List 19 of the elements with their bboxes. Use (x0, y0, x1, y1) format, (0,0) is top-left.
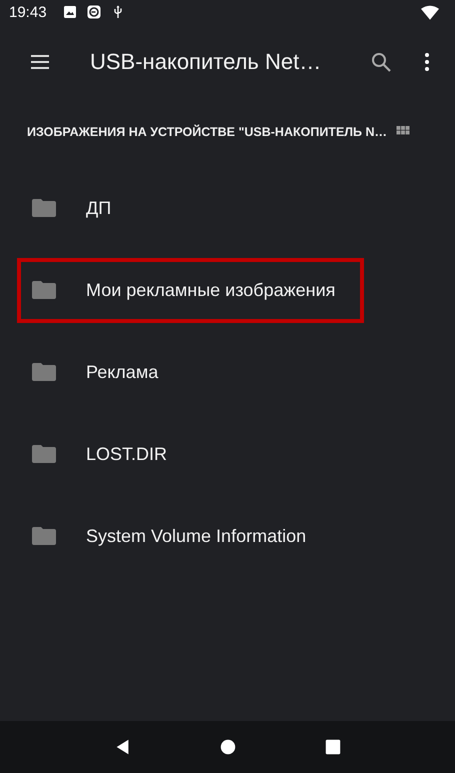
folder-name[interactable]: System Volume Information (86, 526, 306, 546)
folder-icon (32, 281, 56, 299)
folder-name[interactable]: LOST.DIR (86, 444, 168, 464)
folder-icon (32, 527, 56, 545)
folder-icon (32, 445, 56, 463)
app-notification-icon (86, 5, 101, 19)
folder-name[interactable]: Мои рекламные изображения (86, 280, 336, 300)
home-icon[interactable] (218, 738, 236, 756)
folder-name[interactable]: ДП (86, 198, 112, 218)
wifi-icon (421, 4, 439, 20)
toolbar-title: USB-накопитель Net… (90, 49, 322, 75)
recents-icon[interactable] (324, 738, 342, 756)
search-icon[interactable] (369, 50, 393, 74)
image-icon (62, 5, 77, 19)
folder-name[interactable]: Реклама (86, 362, 158, 382)
status-time: 19:43 (9, 4, 47, 20)
folder-icon (32, 199, 56, 217)
folder-icon (32, 363, 56, 381)
section-header: ИЗОБРАЖЕНИЯ НА УСТРОЙСТВЕ "USB-НАКОПИТЕЛЬ N… (27, 125, 388, 139)
